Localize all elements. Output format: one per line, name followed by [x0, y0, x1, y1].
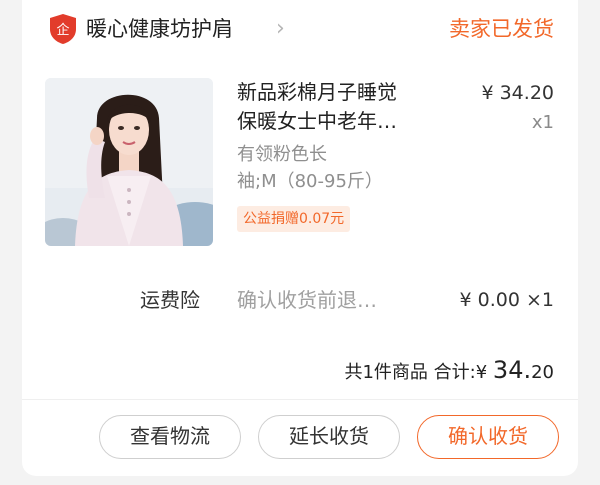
- shipping-insurance-label: 运费险: [140, 288, 200, 312]
- product-title-line: 新品彩棉月子睡觉: [237, 80, 397, 104]
- badge-glyph: 企: [56, 22, 69, 38]
- view-logistics-button[interactable]: 查看物流: [99, 415, 241, 459]
- total-label: 合计:: [433, 362, 476, 383]
- shipping-insurance-desc: 确认收货前退…: [237, 288, 377, 312]
- total-amount-int: 34.: [492, 356, 532, 384]
- divider: [22, 399, 578, 400]
- insurance-price-value: ¥ 0.00: [459, 289, 520, 311]
- product-spec-line: 有领粉色长: [237, 144, 327, 165]
- charity-donation-tag: 公益捐赠0.07元: [237, 206, 351, 232]
- product-spec: 有领粉色长 袖;M（80-95斤）: [237, 141, 427, 195]
- insurance-quantity: ×1: [525, 289, 554, 311]
- order-total: 共1件商品 合计:¥ 34.20: [344, 353, 554, 390]
- item-count: 共1件商品: [344, 362, 428, 383]
- shop-name-link[interactable]: 暖心健康坊护肩: [86, 14, 233, 44]
- extend-receipt-button[interactable]: 延长收货: [258, 415, 400, 459]
- total-currency: ¥: [475, 362, 488, 383]
- product-spec-line: 袖;M（80-95斤）: [237, 171, 383, 192]
- shipping-insurance-price: ¥ 0.00 ×1: [460, 286, 555, 314]
- product-title-line: 保暖女士中老年…: [237, 109, 397, 133]
- product-photo-icon: [45, 78, 213, 246]
- product-price: ¥ 34.20: [481, 82, 554, 104]
- confirm-receipt-button[interactable]: 确认收货: [417, 415, 559, 459]
- chevron-right-icon[interactable]: ›: [276, 16, 285, 42]
- enterprise-shop-badge-icon: 企: [50, 14, 76, 44]
- product-quantity: x1: [531, 112, 554, 133]
- order-status: 卖家已发货: [449, 17, 554, 41]
- total-amount-dec: 20: [531, 362, 554, 383]
- product-thumbnail[interactable]: [45, 78, 213, 246]
- product-title[interactable]: 新品彩棉月子睡觉 保暖女士中老年…: [237, 78, 437, 136]
